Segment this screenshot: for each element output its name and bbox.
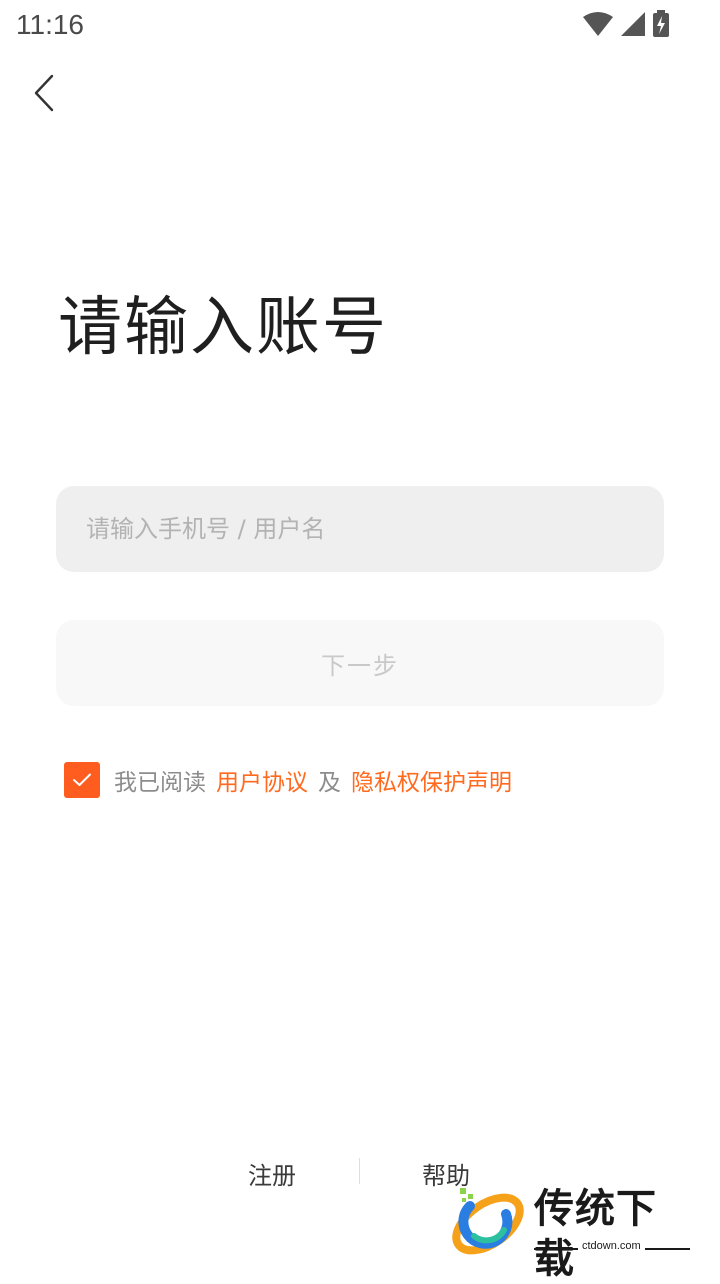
watermark-brand: 传统下载: [534, 1186, 657, 1282]
status-icons: [582, 8, 670, 40]
status-bar: 11:16: [0, 0, 720, 50]
wifi-icon: [583, 12, 613, 36]
watermark: 传统下载 ctdown.com: [448, 1184, 692, 1282]
page-title: 请输入账号: [58, 291, 388, 365]
privacy-statement-link[interactable]: 隐私权保护声明: [351, 763, 512, 797]
agree-checkbox[interactable]: [64, 762, 100, 798]
watermark-url: ctdown.com: [578, 1240, 645, 1252]
watermark-logo-icon: [452, 1188, 524, 1255]
cell-signal-icon: [621, 12, 645, 36]
next-button[interactable]: 下一步: [56, 620, 664, 706]
agreement-conjunction: 及: [318, 770, 341, 796]
chevron-left-icon: [34, 74, 54, 112]
battery-charging-icon: [653, 10, 669, 37]
status-time: 11:16: [16, 9, 84, 40]
agreement-prefix: 我已阅读: [114, 770, 206, 796]
register-link[interactable]: 注册: [248, 1156, 296, 1191]
agreement-row: 我已阅读 用户协议 及 隐私权保护声明: [64, 762, 512, 798]
back-button[interactable]: [22, 68, 66, 118]
account-input[interactable]: [56, 486, 664, 572]
user-agreement-link[interactable]: 用户协议: [216, 763, 308, 797]
checkmark-icon: [73, 773, 91, 786]
footer-divider: [359, 1158, 360, 1184]
